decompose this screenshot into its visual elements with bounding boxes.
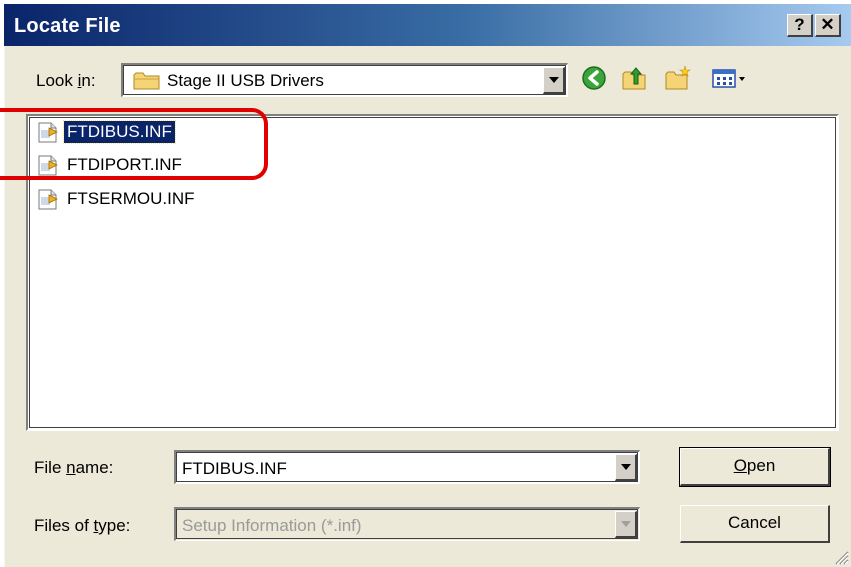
look-in-label: Look in: [36,71,96,90]
back-arrow-icon[interactable] [580,64,608,92]
files-of-type-label: Files of type: [34,516,131,535]
look-in-dropdown-button[interactable] [543,67,565,94]
resize-grip-icon[interactable] [833,549,849,565]
help-button[interactable]: ? [787,14,813,37]
file-name-dropdown-button[interactable] [615,454,637,481]
dialog-title: Locate File [14,15,121,37]
file-name-label: File name: [34,458,114,477]
cancel-button[interactable]: Cancel [680,505,830,543]
files-of-type-value: Setup Information (*.inf) [182,516,362,535]
title-bar[interactable]: Locate File ? ✕ [4,4,851,46]
open-button[interactable]: Open [679,447,831,487]
setup-inf-file-icon [38,189,58,210]
folder-icon [133,72,160,90]
close-button[interactable]: ✕ [815,14,841,37]
look-in-combobox[interactable]: Stage II USB Drivers [121,63,568,97]
files-of-type-combobox[interactable]: Setup Information (*.inf) [174,507,640,541]
new-folder-icon[interactable] [664,64,692,92]
look-in-value: Stage II USB Drivers [167,71,324,90]
files-of-type-dropdown-button[interactable] [615,511,637,538]
up-folder-icon[interactable] [620,64,648,92]
annotation-highlight [0,108,268,180]
file-name: FTSERMOU.INF [67,189,195,208]
file-name-input[interactable]: FTDIBUS.INF [182,459,287,479]
views-menu-icon[interactable] [710,64,750,92]
file-name-combobox[interactable]: FTDIBUS.INF [174,450,640,484]
